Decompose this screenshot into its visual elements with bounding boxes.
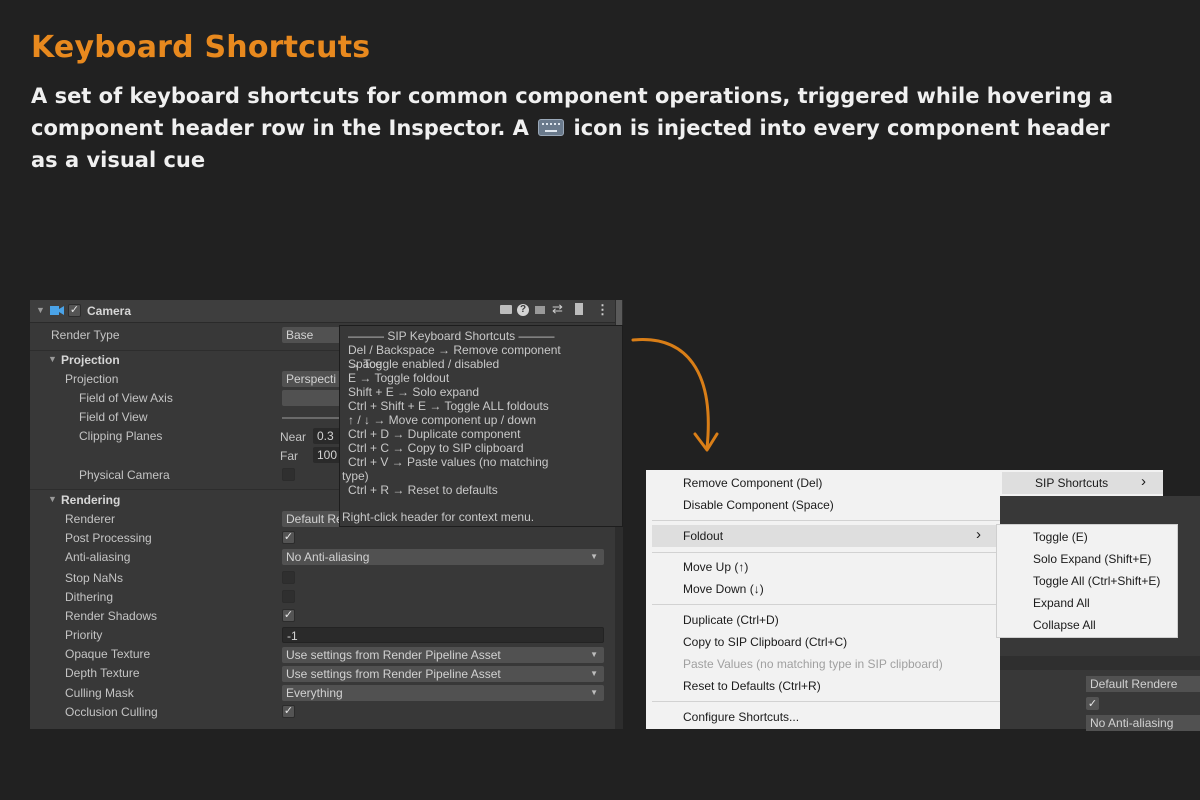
dithering-checkbox[interactable]	[282, 590, 295, 603]
rendering-section-header[interactable]: Rendering	[61, 493, 120, 507]
projection-section-header[interactable]: Projection	[61, 353, 120, 367]
anti-aliasing-dropdown[interactable]: No Anti-aliasing	[282, 549, 604, 565]
page-title: Keyboard Shortcuts	[31, 30, 371, 65]
component-header[interactable]: ▼ ✓ Camera ? ⇄ ⋮	[30, 300, 623, 323]
component-title: Camera	[87, 304, 132, 318]
preset-icon[interactable]	[535, 306, 545, 314]
chevron-right-icon: ›	[1141, 473, 1146, 490]
page-subtitle: A set of keyboard shortcuts for common c…	[31, 80, 1141, 176]
priority-label: Priority	[65, 628, 103, 642]
dithering-label: Dithering	[65, 590, 114, 604]
lock-icon[interactable]	[575, 303, 583, 315]
component-enabled-checkbox[interactable]: ✓	[68, 304, 81, 317]
more-options-icon[interactable]: ⋮	[596, 302, 609, 318]
tooltip-line: Ctrl + V → Paste values (no matching	[348, 455, 549, 469]
far-label: Far	[280, 449, 298, 463]
render-shadows-checkbox[interactable]: ✓	[282, 609, 295, 622]
stop-nans-label: Stop NaNs	[65, 571, 124, 585]
menu-item-reset[interactable]: Reset to Defaults (Ctrl+R)	[683, 679, 821, 693]
tooltip-line: Ctrl + Shift + E → Toggle ALL foldouts	[348, 399, 549, 413]
render-shadows-label: Render Shadows	[65, 609, 158, 623]
menu-separator	[652, 701, 1000, 702]
menu-item-move-down[interactable]: Move Down (↓)	[683, 582, 764, 596]
renderer-label: Renderer	[65, 512, 116, 526]
foldout-arrow-icon[interactable]: ▼	[36, 305, 45, 315]
rendering-foldout-icon[interactable]: ▼	[48, 494, 57, 504]
physical-camera-label: Physical Camera	[79, 468, 170, 482]
menu-item-copy[interactable]: Copy to SIP Clipboard (Ctrl+C)	[683, 635, 847, 649]
menu-item-remove-component[interactable]: Remove Component (Del)	[683, 476, 822, 490]
menu-item-paste-values: Paste Values (no matching type in SIP cl…	[683, 657, 943, 671]
divider	[1000, 656, 1200, 670]
culling-mask-dropdown[interactable]: Everything	[282, 685, 604, 701]
tooltip-line: E → Toggle foldout	[348, 371, 450, 385]
post-processing-checkbox[interactable]: ✓	[1086, 697, 1099, 710]
menu-item-sip-shortcuts[interactable]: SIP Shortcuts	[1035, 476, 1108, 490]
menu-item-solo-expand[interactable]: Solo Expand (Shift+E)	[1033, 552, 1151, 566]
culling-mask-label: Culling Mask	[65, 686, 134, 700]
tooltip-line: Ctrl + D → Duplicate component	[348, 427, 521, 441]
opaque-texture-label: Opaque Texture	[65, 647, 151, 661]
keyboard-icon[interactable]	[500, 305, 512, 314]
depth-texture-label: Depth Texture	[65, 666, 140, 680]
anti-aliasing-label: Anti-aliasing	[65, 550, 131, 564]
menu-separator	[652, 520, 1000, 521]
projection-foldout-icon[interactable]: ▼	[48, 354, 57, 364]
physical-camera-checkbox[interactable]	[282, 468, 295, 481]
curved-arrow-icon	[631, 338, 719, 452]
menu-item-expand-all[interactable]: Expand All	[1033, 596, 1090, 610]
near-label: Near	[280, 430, 307, 444]
post-processing-label: Post Processing	[65, 531, 152, 545]
context-menu: Remove Component (Del) Disable Component…	[646, 470, 1000, 729]
menu-item-duplicate[interactable]: Duplicate (Ctrl+D)	[683, 613, 779, 627]
projection-label: Projection	[65, 372, 119, 386]
depth-texture-dropdown[interactable]: Use settings from Render Pipeline Asset	[282, 666, 604, 682]
menu-separator	[652, 604, 1000, 605]
renderer-dropdown[interactable]: Default Rendere	[1086, 676, 1200, 692]
tooltip-line: type)	[342, 469, 369, 483]
tooltip-title: ——— SIP Keyboard Shortcuts ———	[348, 329, 555, 343]
help-icon[interactable]: ?	[517, 304, 529, 316]
menu-item-collapse-all[interactable]: Collapse All	[1033, 618, 1096, 632]
chevron-right-icon: ›	[976, 526, 981, 543]
tooltip-line: Ctrl + R → Reset to defaults	[348, 483, 498, 497]
tooltip-line: Del / Backspace → Remove component	[348, 343, 561, 357]
tooltip-line: ↑ / ↓ → Move component up / down	[348, 413, 537, 427]
fov-label: Field of View	[79, 410, 148, 424]
occlusion-culling-label: Occlusion Culling	[65, 705, 158, 719]
tooltip-footer: Right-click header for context menu.	[342, 510, 535, 524]
post-processing-checkbox[interactable]: ✓	[282, 531, 295, 544]
menu-item-move-up[interactable]: Move Up (↑)	[683, 560, 748, 574]
anti-aliasing-dropdown[interactable]: No Anti-aliasing	[1086, 715, 1200, 731]
menu-item-toggle[interactable]: Toggle (E)	[1033, 530, 1088, 544]
menu-item-disable-component[interactable]: Disable Component (Space)	[683, 498, 834, 512]
settings-sliders-icon[interactable]: ⇄	[552, 301, 563, 317]
stop-nans-checkbox[interactable]	[282, 571, 295, 584]
menu-item-configure-shortcuts[interactable]: Configure Shortcuts...	[683, 710, 799, 724]
camera-icon	[50, 305, 64, 315]
menu-item-toggle-all[interactable]: Toggle All (Ctrl+Shift+E)	[1033, 574, 1160, 588]
menu-item-foldout[interactable]: Foldout	[683, 529, 723, 543]
tooltip-line: Ctrl + C → Copy to SIP clipboard	[348, 441, 524, 455]
occlusion-culling-checkbox[interactable]: ✓	[282, 705, 295, 718]
fov-axis-label: Field of View Axis	[79, 391, 173, 405]
foldout-submenu: Toggle (E) Solo Expand (Shift+E) Toggle …	[996, 524, 1178, 638]
sip-shortcuts-menu: SIP Shortcuts ›	[999, 470, 1163, 496]
keyboard-icon	[538, 119, 565, 136]
shortcuts-tooltip: ——— SIP Keyboard Shortcuts ——— Del / Bac…	[339, 325, 623, 527]
priority-input[interactable]: -1	[282, 627, 604, 643]
tooltip-line: Shift + E → Solo expand	[348, 385, 480, 399]
render-type-label: Render Type	[51, 328, 120, 342]
clipping-planes-label: Clipping Planes	[79, 429, 163, 443]
opaque-texture-dropdown[interactable]: Use settings from Render Pipeline Asset	[282, 647, 604, 663]
tooltip-line: → Toggle enabled / disabled	[348, 357, 500, 371]
menu-separator	[652, 552, 1000, 553]
